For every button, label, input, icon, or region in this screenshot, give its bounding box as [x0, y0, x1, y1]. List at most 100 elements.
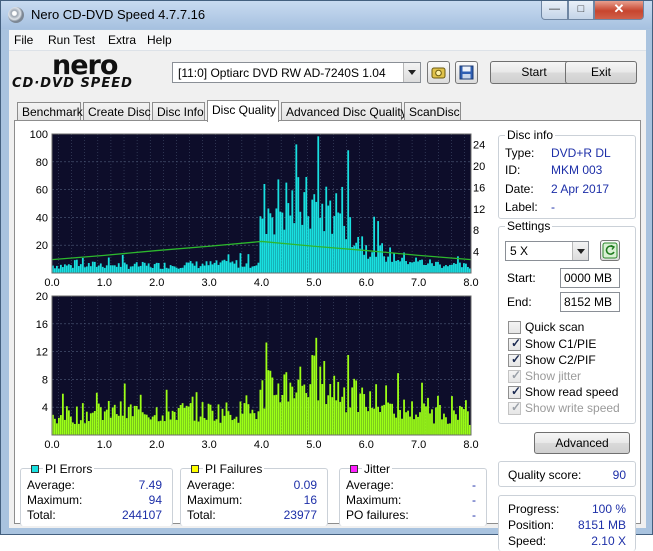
pi-errors-x-tick-label: 2.0: [149, 277, 164, 289]
tab-disc-info[interactable]: Disc Info: [152, 102, 205, 121]
pi-failures-bar: [317, 400, 320, 435]
pi-errors-bar: [161, 268, 164, 273]
pi-errors-bar: [403, 252, 405, 273]
close-button[interactable]: ✕: [594, 1, 644, 20]
jitter-avg-value: -: [472, 478, 476, 492]
pi-failures-bar: [283, 374, 286, 435]
pi-errors-y-tick-label: 100: [30, 129, 48, 141]
checkmark-icon: ✓: [511, 352, 522, 366]
pi-errors-bar: [327, 205, 330, 273]
pi-errors-bar: [111, 265, 114, 273]
pi-errors-bar: [63, 264, 66, 273]
pi-failures-bar: [257, 411, 260, 435]
drive-properties-button[interactable]: [427, 61, 450, 84]
title-bar[interactable]: Nero CD-DVD Speed 4.7.7.16 — □ ✕: [1, 1, 652, 29]
pi-errors-bar: [307, 216, 310, 273]
pi-failures-bar: [371, 407, 374, 435]
save-button[interactable]: [455, 61, 478, 84]
pi-errors-bar: [121, 254, 124, 273]
po-failures-value: -: [472, 508, 476, 522]
pi-errors-bar: [409, 262, 411, 273]
pi-errors-bar: [215, 260, 218, 273]
pi-failures-bar: [177, 408, 180, 435]
pi-failures-bar: [305, 393, 308, 435]
pi-errors-bar: [437, 261, 439, 273]
pi-errors-bar: [119, 266, 122, 273]
start-input[interactable]: 0000 MB: [560, 268, 620, 288]
end-input[interactable]: 8152 MB: [560, 292, 620, 312]
menu-run-test[interactable]: Run Test: [48, 33, 95, 47]
pi-failures-bar: [351, 387, 354, 435]
pi-failures-bar: [71, 422, 74, 435]
refresh-speed-button[interactable]: [600, 240, 620, 261]
pi-failures-bar: [81, 403, 84, 435]
pi-errors-bar: [321, 203, 324, 273]
pi-failures-bar: [467, 411, 469, 435]
pi-failures-bar: [273, 395, 276, 435]
pi-failures-bar: [385, 385, 388, 435]
pi-errors-bar: [397, 259, 399, 273]
pi-failures-avg-value: 0.09: [293, 478, 317, 492]
pi-errors-bar: [97, 265, 100, 273]
pi-failures-bar: [289, 382, 292, 435]
pi-failures-x-tick-label: 0.0: [44, 439, 59, 451]
menu-file[interactable]: File: [14, 33, 33, 47]
pi-failures-bar: [377, 406, 380, 435]
pi-errors-bar: [179, 267, 182, 273]
speed-select[interactable]: 5 X: [505, 241, 589, 261]
pi-errors-bar: [313, 194, 316, 273]
pi-failures-bar: [399, 410, 401, 435]
pi-failures-bar: [167, 411, 170, 435]
pi-failures-bar: [99, 407, 102, 435]
pi-failures-bar: [109, 417, 112, 435]
pi-errors-bar: [445, 265, 447, 273]
pi-errors-bar: [305, 176, 308, 273]
chevron-down-icon[interactable]: [403, 63, 420, 82]
pi-failures-total-label: Total:: [187, 508, 216, 522]
pi-errors-bar: [79, 264, 82, 273]
advanced-button[interactable]: Advanced: [534, 432, 630, 454]
pi-errors-bar: [271, 217, 274, 273]
tab-benchmark[interactable]: Benchmark: [17, 102, 83, 121]
pi-errors-bar: [381, 243, 384, 273]
tab-disc-quality[interactable]: Disc Quality: [207, 100, 279, 122]
quality-score-box: Quality score: 90: [498, 461, 636, 487]
pi-failures-y-tick-label: 20: [36, 291, 48, 303]
pi-errors-bar: [405, 261, 407, 273]
pi-errors-bar: [239, 253, 242, 273]
pi-failures-x-tick-label: 6.0: [359, 439, 374, 451]
exit-button[interactable]: Exit: [565, 61, 637, 84]
tab-scandisc[interactable]: ScanDisc: [404, 102, 461, 121]
pi-errors-bar: [263, 183, 266, 273]
pi-failures-bar: [409, 416, 411, 435]
menu-help[interactable]: Help: [147, 33, 172, 47]
pi-errors-bar: [337, 212, 340, 273]
pi-errors-bar: [205, 261, 208, 273]
pi-failures-bar: [413, 419, 415, 435]
pi-failures-bar: [429, 413, 431, 435]
pi-failures-bar: [247, 404, 250, 435]
chevron-down-icon[interactable]: [572, 242, 588, 260]
pi-failures-bar: [345, 412, 348, 435]
settings-group: Settings 5 X Start: 0000 MB End: 8152 MB: [498, 219, 636, 424]
pi-failures-x-tick-label: 2.0: [149, 439, 164, 451]
pi-failures-bar: [281, 394, 284, 435]
pi-failures-bar: [101, 419, 104, 435]
pi-errors-bar: [167, 268, 170, 273]
pi-failures-max-value: 16: [303, 493, 317, 507]
maximize-button[interactable]: □: [568, 1, 594, 20]
pi-failures-avg-label: Average:: [187, 478, 235, 492]
tab-advanced-disc-quality[interactable]: Advanced Disc Quality: [281, 102, 407, 121]
app-disc-icon: [8, 7, 24, 23]
tab-create-disc[interactable]: Create Disc: [83, 102, 151, 121]
pi-errors-total-value: 244107: [121, 508, 162, 522]
pi-failures-bar: [407, 410, 409, 435]
menu-extra[interactable]: Extra: [108, 33, 136, 47]
type-label: Type:: [505, 146, 535, 160]
pi-failures-bar: [415, 414, 417, 435]
minimize-button[interactable]: —: [541, 1, 568, 20]
drive-select[interactable]: [11:0] Optiarc DVD RW AD-7240S 1.04: [172, 62, 421, 83]
pi-errors-bar: [243, 266, 246, 273]
pi-errors-bar: [129, 266, 132, 273]
pi-errors-bar: [411, 262, 413, 273]
